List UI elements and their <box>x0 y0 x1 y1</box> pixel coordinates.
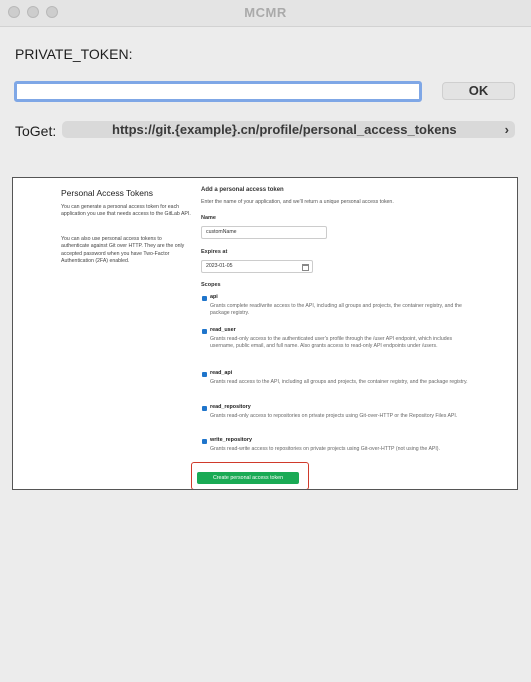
scope-description: Grants read-only access to repositories … <box>210 413 458 419</box>
expires-value: 2023-01-05 <box>206 263 233 269</box>
gitlab-token-screenshot: Personal Access Tokens You can generate … <box>12 177 518 490</box>
expires-label: Expires at <box>201 249 228 255</box>
toget-url-text: https://git.{example}.cn/profile/persona… <box>112 122 457 137</box>
expires-field[interactable]: 2023-01-05 <box>201 260 313 273</box>
toget-url-link[interactable]: https://git.{example}.cn/profile/persona… <box>62 121 515 138</box>
calendar-icon <box>302 264 309 271</box>
scope-read-user-checkbox[interactable] <box>202 329 207 334</box>
private-token-input[interactable] <box>14 81 422 102</box>
scope-name: read_repository <box>210 404 251 410</box>
scope-read-api-checkbox[interactable] <box>202 372 207 377</box>
scope-description: Grants read-write access to repositories… <box>210 446 440 452</box>
add-token-intro: Enter the name of your application, and … <box>201 199 394 205</box>
ok-button[interactable]: OK <box>442 82 515 100</box>
scope-name: read_api <box>210 370 233 376</box>
create-token-highlight: Create personal access token <box>191 462 309 489</box>
scope-api-checkbox[interactable] <box>202 296 207 301</box>
name-label: Name <box>201 215 216 221</box>
scopes-label: Scopes <box>201 282 221 288</box>
section-description-2: You can also use personal access tokens … <box>61 236 185 265</box>
scope-name: api <box>210 294 218 300</box>
chevron-right-icon: › <box>504 122 509 137</box>
section-title: Personal Access Tokens <box>61 188 153 198</box>
add-token-heading: Add a personal access token <box>201 187 284 193</box>
create-token-button[interactable]: Create personal access token <box>197 472 299 484</box>
toget-label: ToGet: <box>15 123 57 139</box>
name-field[interactable]: customName <box>201 226 327 239</box>
section-description-1: You can generate a personal access token… <box>61 204 191 218</box>
private-token-label: PRIVATE_TOKEN: <box>15 46 133 62</box>
window-title: MCMR <box>244 5 287 20</box>
scope-description: Grants complete read/write access to the… <box>210 303 462 317</box>
scope-read-repository-checkbox[interactable] <box>202 406 207 411</box>
scope-description: Grants read-only access to the authentic… <box>210 336 453 350</box>
scope-write-repository-checkbox[interactable] <box>202 439 207 444</box>
scope-name: write_repository <box>210 437 252 443</box>
scope-description: Grants read access to the API, including… <box>210 379 468 385</box>
scope-name: read_user <box>210 327 236 333</box>
title-bar: MCMR <box>0 0 531 27</box>
